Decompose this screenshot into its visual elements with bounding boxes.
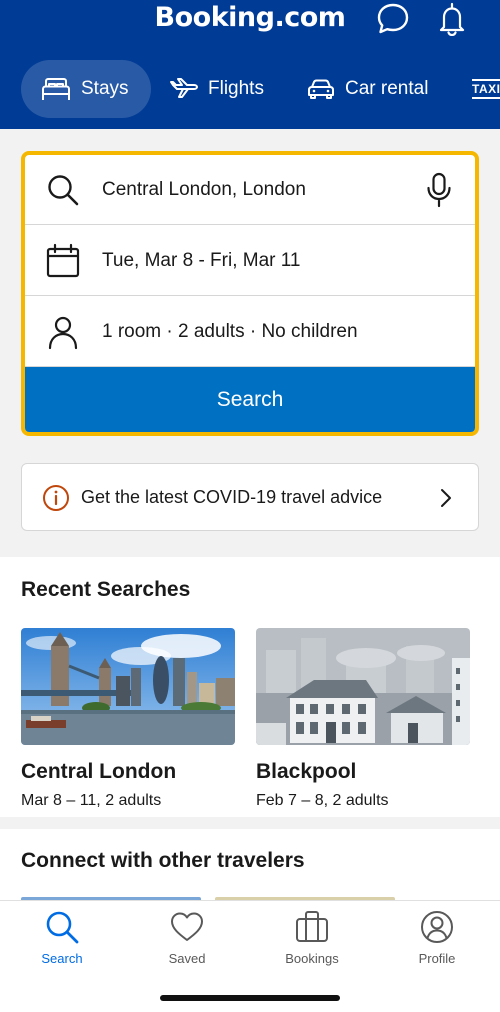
- tab-search-label: Search: [41, 951, 83, 966]
- covid-advice-banner[interactable]: Get the latest COVID-19 travel advice: [21, 463, 479, 531]
- tab-car-rental[interactable]: Car rental: [307, 60, 428, 118]
- recent-searches-section: Recent Searches Central London Mar 8 – 1…: [0, 557, 500, 817]
- recent-search-meta: Mar 8 – 11, 2 adults: [21, 792, 162, 809]
- search-button[interactable]: Search: [25, 367, 475, 432]
- tab-stays[interactable]: Stays: [21, 60, 151, 118]
- dates-field[interactable]: Tue, Mar 8 - Fri, Mar 11: [25, 226, 475, 296]
- plane-icon: [170, 78, 198, 98]
- tab-profile[interactable]: Profile: [387, 909, 487, 966]
- tab-bookings[interactable]: Bookings: [262, 909, 362, 966]
- covid-advice-text: Get the latest COVID-19 travel advice: [81, 487, 383, 507]
- guests-field[interactable]: 1 room · 2 adults · No children: [25, 297, 475, 367]
- destination-value: Central London, London: [102, 178, 306, 200]
- guests-value: 1 room · 2 adults · No children: [102, 320, 358, 342]
- home-indicator[interactable]: [160, 995, 340, 1001]
- recent-searches-title: Recent Searches: [21, 578, 191, 601]
- tab-car-rental-label: Car rental: [345, 78, 429, 99]
- profile-icon: [421, 911, 453, 943]
- tab-profile-label: Profile: [418, 951, 456, 966]
- connect-travelers-title: Connect with other travelers: [21, 849, 305, 872]
- town-illustration: [256, 628, 470, 745]
- calendar-icon: [46, 243, 80, 277]
- person-icon: [48, 316, 78, 349]
- search-icon: [46, 911, 79, 944]
- car-icon: [308, 79, 334, 99]
- destination-field[interactable]: Central London, London: [25, 155, 475, 225]
- connect-travelers-section: Connect with other travelers: [0, 829, 500, 904]
- info-icon: [43, 485, 69, 511]
- bottom-tab-bar: Search Saved Bookings Profile: [0, 900, 500, 1012]
- recent-search-name: Blackpool: [256, 760, 357, 783]
- tab-saved[interactable]: Saved: [137, 909, 237, 966]
- recent-search-card-blackpool[interactable]: Blackpool Feb 7 – 8, 2 adults: [256, 628, 470, 809]
- chat-bubble-icon[interactable]: [376, 2, 410, 36]
- london-skyline-photo: [21, 628, 235, 745]
- microphone-icon[interactable]: [425, 172, 453, 208]
- tab-flights-label: Flights: [208, 78, 264, 99]
- heart-icon: [171, 912, 203, 941]
- suitcase-icon: [296, 911, 328, 942]
- bed-icon: [42, 78, 70, 100]
- bell-icon[interactable]: [435, 2, 469, 36]
- brand-logo: Booking.com: [154, 2, 346, 33]
- product-nav: Stays Flights Car rental TAXI: [0, 60, 500, 118]
- tab-bookings-label: Bookings: [285, 951, 339, 966]
- dates-value: Tue, Mar 8 - Fri, Mar 11: [102, 249, 301, 271]
- search-icon: [48, 174, 79, 205]
- search-form: Central London, London Tue, Mar 8 - Fri,…: [21, 151, 479, 436]
- taxi-icon: TAXI: [472, 79, 500, 99]
- tab-flights[interactable]: Flights: [170, 60, 264, 118]
- recent-search-card-london[interactable]: Central London Mar 8 – 11, 2 adults: [21, 628, 235, 809]
- recent-search-name: Central London: [21, 760, 177, 783]
- chevron-right-icon: [441, 489, 451, 507]
- tab-stays-label: Stays: [81, 78, 129, 99]
- tab-taxi[interactable]: TAXI: [472, 60, 500, 118]
- tab-search[interactable]: Search: [12, 909, 112, 966]
- app-header: Booking.com Stays Flights Car rental TAX…: [0, 0, 500, 129]
- tab-saved-label: Saved: [168, 951, 206, 966]
- recent-search-meta: Feb 7 – 8, 2 adults: [256, 792, 389, 809]
